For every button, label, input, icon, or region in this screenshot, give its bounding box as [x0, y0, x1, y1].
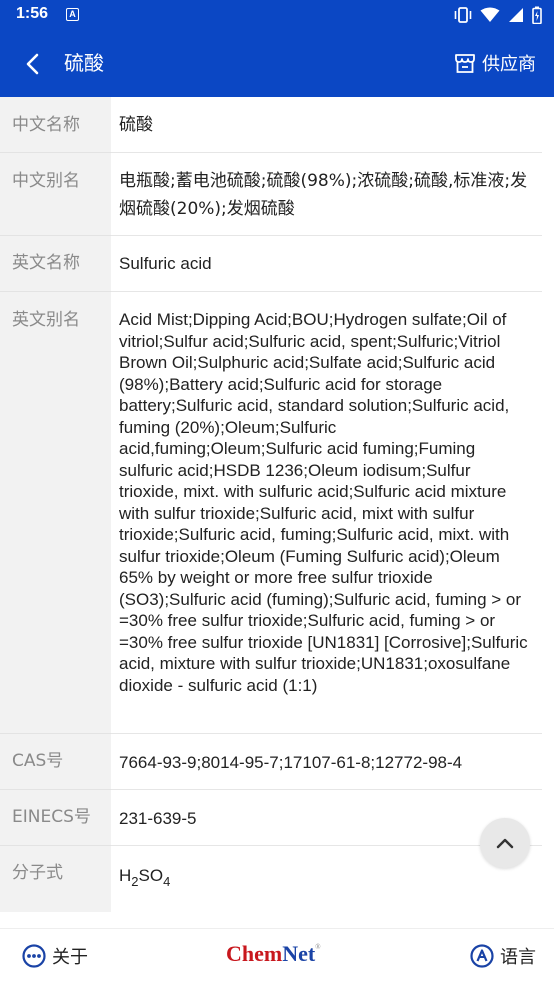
detail-value-text: Sulfuric acid: [119, 254, 212, 273]
detail-value: 硫酸: [111, 97, 542, 153]
detail-label-text: 中文名称: [12, 115, 80, 135]
status-time: 1:56: [16, 5, 49, 22]
detail-label-text: CAS号: [12, 751, 64, 771]
status-icons: [454, 6, 542, 24]
detail-value: 7664-93-9;8014-95-7;17107-61-8;12772-98-…: [111, 734, 542, 790]
about-button[interactable]: 关于: [22, 943, 88, 969]
back-button[interactable]: [18, 50, 48, 78]
detail-value: 电瓶酸;蓄电池硫酸;硫酸(98%);浓硫酸;硫酸,标准液;发烟硫酸(20%);发…: [111, 153, 542, 236]
detail-value-text: Acid Mist;Dipping Acid;BOU;Hydrogen sulf…: [119, 310, 528, 695]
detail-label: 分子式: [0, 846, 111, 912]
notification-icon: A: [66, 8, 79, 21]
chemnet-logo: ChemNet®: [226, 941, 321, 967]
formula-o-subscript: 4: [163, 874, 171, 889]
chevron-left-icon: [26, 53, 39, 75]
vibrate-icon: [454, 7, 472, 23]
detail-value-text: 硫酸: [119, 115, 153, 135]
translate-icon: [470, 944, 494, 968]
page-title: 硫酸: [64, 51, 104, 75]
language-button[interactable]: 语言: [470, 943, 536, 969]
brand-registered: ®: [315, 943, 321, 951]
scroll-to-top-button[interactable]: [480, 818, 530, 868]
detail-row-chinese-alias: 中文别名 电瓶酸;蓄电池硫酸;硫酸(98%);浓硫酸;硫酸,标准液;发烟硫酸(2…: [0, 153, 554, 236]
detail-label-text: 分子式: [12, 863, 63, 883]
formula-so: SO: [138, 866, 164, 885]
about-label: 关于: [52, 947, 88, 968]
detail-value-text: 231-639-5: [119, 809, 197, 828]
detail-label: 中文名称: [0, 97, 111, 153]
app-bar: 硫酸 供应商: [0, 30, 554, 97]
detail-row-formula: 分子式 H2SO4: [0, 846, 554, 912]
brand-net: Net: [282, 941, 316, 966]
detail-row-english-alias: 英文别名 Acid Mist;Dipping Acid;BOU;Hydrogen…: [0, 292, 554, 734]
detail-value-text: 电瓶酸;蓄电池硫酸;硫酸(98%);浓硫酸;硫酸,标准液;发烟硫酸(20%);发…: [119, 171, 528, 219]
detail-label: 中文别名: [0, 153, 111, 236]
detail-label-text: 英文别名: [12, 310, 80, 330]
detail-label-text: 中文别名: [12, 171, 80, 191]
language-label: 语言: [500, 947, 536, 968]
detail-value: 231-639-5: [111, 790, 542, 846]
wifi-icon: [480, 7, 500, 22]
battery-icon: [532, 6, 542, 24]
detail-value-text: 7664-93-9;8014-95-7;17107-61-8;12772-98-…: [119, 753, 463, 772]
formula-h-subscript: 2: [131, 874, 139, 889]
detail-value: Sulfuric acid: [111, 236, 542, 292]
detail-label: EINECS号: [0, 790, 111, 846]
detail-label: 英文别名: [0, 292, 111, 734]
more-circle-icon: [22, 944, 46, 968]
chevron-up-icon: [496, 838, 514, 849]
status-bar: 1:56 A: [0, 0, 554, 30]
store-icon: [455, 54, 475, 73]
detail-label-text: EINECS号: [12, 807, 91, 827]
detail-row-einecs: EINECS号 231-639-5: [0, 790, 554, 846]
detail-value: Acid Mist;Dipping Acid;BOU;Hydrogen sulf…: [111, 292, 542, 734]
detail-row-english-name: 英文名称 Sulfuric acid: [0, 236, 554, 292]
detail-label: CAS号: [0, 734, 111, 790]
supplier-label: 供应商: [482, 54, 536, 75]
detail-row-cas: CAS号 7664-93-9;8014-95-7;17107-61-8;1277…: [0, 734, 554, 790]
supplier-button[interactable]: 供应商: [454, 48, 536, 78]
detail-label-text: 英文名称: [12, 253, 80, 273]
detail-value: H2SO4: [111, 846, 542, 912]
bottom-bar: 关于 ChemNet® 语言: [0, 928, 554, 984]
signal-icon: [509, 8, 523, 22]
brand-chem: Chem: [226, 941, 283, 966]
detail-row-chinese-name: 中文名称 硫酸: [0, 97, 554, 153]
detail-list[interactable]: 中文名称 硫酸 中文别名 电瓶酸;蓄电池硫酸;硫酸(98%);浓硫酸;硫酸,标准…: [0, 97, 554, 912]
detail-label: 英文名称: [0, 236, 111, 292]
formula-h: H: [119, 866, 132, 885]
